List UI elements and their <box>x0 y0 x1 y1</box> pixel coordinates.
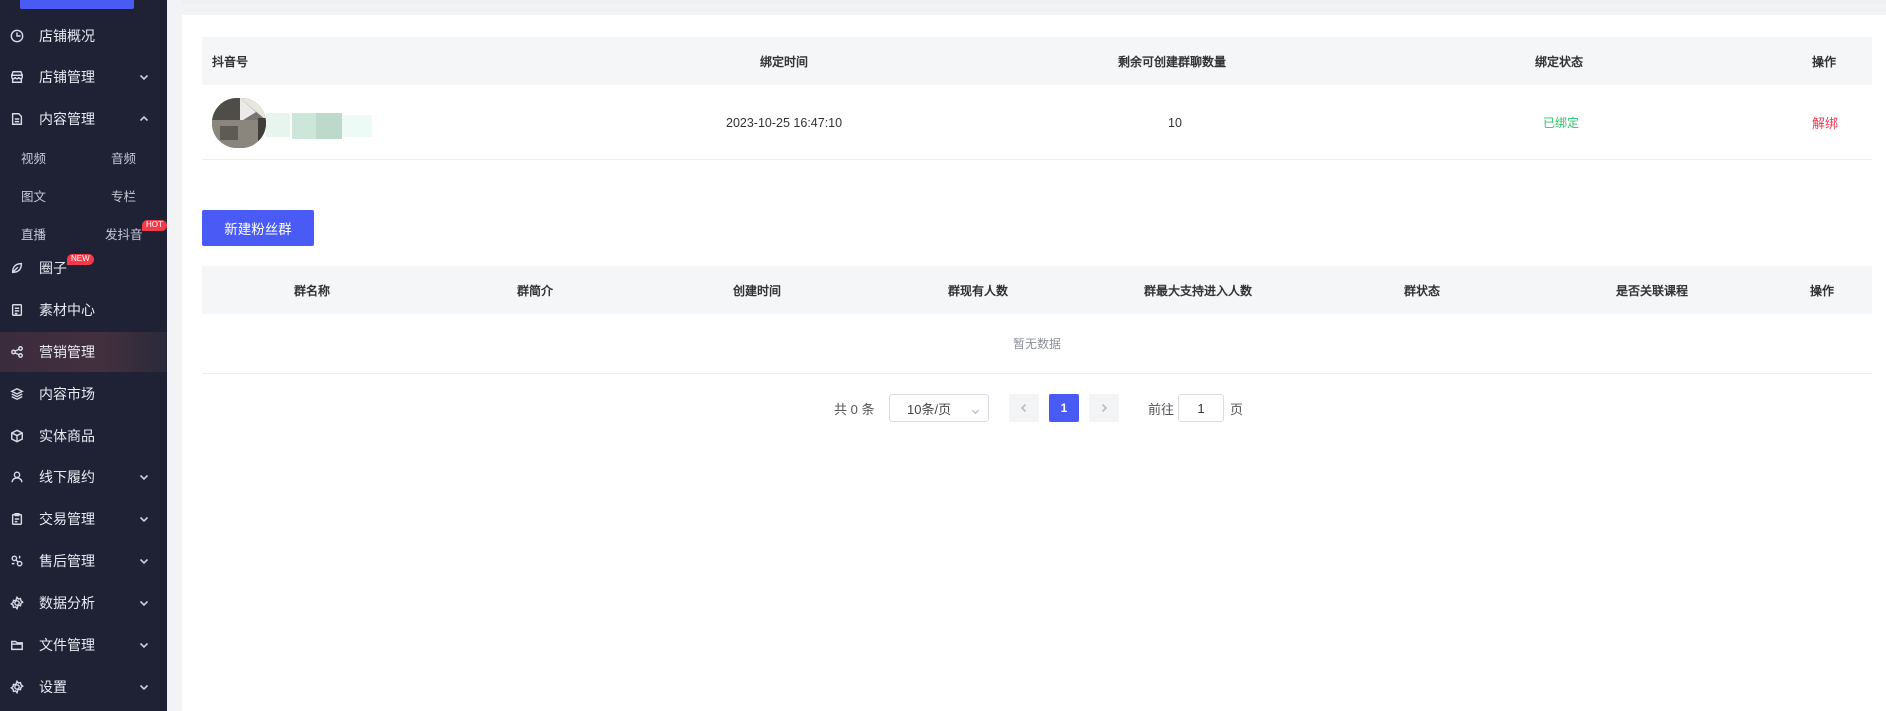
unbind-link[interactable]: 解绑 <box>1812 85 1838 160</box>
sidebar-item-label: 内容管理 <box>39 111 95 127</box>
gear-icon <box>9 596 24 611</box>
pagination-total: 共 0 条 <box>834 401 875 417</box>
sidebar-item-label: 文件管理 <box>39 637 95 653</box>
sidebar-sub-video[interactable]: 视频 <box>21 148 46 167</box>
avatar <box>212 98 266 148</box>
sidebar-sub-column[interactable]: 专栏 <box>111 186 136 205</box>
sidebar-item-label: 数据分析 <box>39 595 95 611</box>
sidebar-item-material-center[interactable]: 素材中心 <box>0 290 167 330</box>
user-icon <box>9 470 24 485</box>
sidebar-item-store-management[interactable]: 店铺管理 <box>0 57 167 97</box>
folder-icon <box>9 638 24 653</box>
clipboard-icon <box>9 512 24 527</box>
sidebar-item-label: 内容市场 <box>39 386 95 402</box>
document-icon <box>9 112 24 127</box>
sidebar-item-physical-goods[interactable]: 实体商品 <box>0 416 167 456</box>
main-top-strip <box>182 0 1886 4</box>
header-group-action: 操作 <box>1809 283 1834 298</box>
redacted-name <box>342 115 372 137</box>
chevron-down-icon <box>139 598 149 608</box>
header-bind-status: 绑定状态 <box>1535 54 1584 69</box>
sidebar-item-label: 线下履约 <box>39 469 95 485</box>
goto-page-input[interactable] <box>1178 394 1224 422</box>
empty-state: 暂无数据 <box>202 314 1872 374</box>
bind-time-value: 2023-10-25 16:47:10 <box>726 115 843 130</box>
goto-prefix: 前往 <box>1148 401 1175 417</box>
header-group-status: 群状态 <box>1403 283 1440 298</box>
chevron-down-icon <box>139 556 149 566</box>
page-size-value: 10条/页 <box>907 401 952 417</box>
sidebar-item-content-management[interactable]: 内容管理 <box>0 99 167 139</box>
sidebar: 店铺概况 店铺管理 内容管理 视频 音频 图文 专栏 直播 发抖音 HOT 圈子… <box>0 0 167 711</box>
chevron-down-icon <box>139 640 149 650</box>
sidebar-item-label: 实体商品 <box>39 428 95 444</box>
clock-icon <box>9 29 24 44</box>
sidebar-item-label: 素材中心 <box>39 302 95 318</box>
redacted-name <box>266 113 290 137</box>
page-number-current[interactable]: 1 <box>1049 394 1079 422</box>
service-icon <box>9 554 24 569</box>
sidebar-item-marketing[interactable]: 营销管理 <box>0 332 167 372</box>
chevron-down-icon <box>139 682 149 692</box>
sidebar-item-settings[interactable]: 设置 <box>0 667 167 707</box>
sidebar-item-label: 营销管理 <box>39 344 95 360</box>
store-icon <box>9 70 24 85</box>
file-list-icon <box>9 303 24 318</box>
redacted-name <box>292 113 316 139</box>
header-group-intro: 群简介 <box>516 283 553 298</box>
sidebar-item-transactions[interactable]: 交易管理 <box>0 499 167 539</box>
sidebar-sub-audio[interactable]: 音频 <box>111 148 136 167</box>
header-linked-course: 是否关联课程 <box>1615 283 1688 298</box>
layers-icon <box>9 387 24 402</box>
header-create-time: 创建时间 <box>732 283 781 298</box>
hot-badge: HOT <box>142 220 167 231</box>
sidebar-item-label: 售后管理 <box>39 553 95 569</box>
sidebar-item-label: 圈子 <box>39 260 67 276</box>
sidebar-item-label: 店铺管理 <box>39 69 95 85</box>
group-table-header: 群名称 群简介 创建时间 群现有人数 群最大支持进入人数 群状态 是否关联课程 … <box>202 266 1872 314</box>
header-account: 抖音号 <box>212 54 249 69</box>
sidebar-item-offline-fulfillment[interactable]: 线下履约 <box>0 457 167 497</box>
settings-icon <box>9 680 24 695</box>
sidebar-sub-live[interactable]: 直播 <box>21 224 46 243</box>
bind-status-badge: 已绑定 <box>1543 116 1580 130</box>
share-icon <box>9 345 24 360</box>
new-badge: NEW <box>67 254 94 265</box>
header-action: 操作 <box>1812 54 1837 69</box>
bind-table-header: 抖音号 绑定时间 剩余可创建群聊数量 绑定状态 操作 <box>202 37 1872 85</box>
header-remaining-groups: 剩余可创建群聊数量 <box>1118 54 1227 69</box>
remaining-groups-value: 10 <box>1168 115 1182 130</box>
sidebar-item-label: 店铺概况 <box>39 28 95 44</box>
sidebar-item-file-management[interactable]: 文件管理 <box>0 625 167 665</box>
page-size-select[interactable]: 10条/页 <box>889 394 989 422</box>
redacted-name <box>316 113 342 139</box>
chevron-down-icon <box>139 72 149 82</box>
chevron-down-icon <box>971 404 980 415</box>
new-fan-group-button[interactable]: 新建粉丝群 <box>202 210 314 246</box>
prev-page-button[interactable] <box>1009 394 1039 422</box>
sidebar-top-accent <box>20 0 134 9</box>
header-bind-time: 绑定时间 <box>760 54 809 69</box>
sidebar-item-store-overview[interactable]: 店铺概况 <box>0 16 167 56</box>
chevron-right-icon <box>1101 403 1108 413</box>
header-group-name: 群名称 <box>293 283 330 298</box>
leaf-icon <box>9 261 24 276</box>
chevron-down-icon <box>139 514 149 524</box>
sidebar-sub-article[interactable]: 图文 <box>21 186 46 205</box>
header-current-members: 群现有人数 <box>947 283 1008 298</box>
chevron-up-icon <box>139 114 149 124</box>
goto-suffix: 页 <box>1230 401 1244 417</box>
table-row: 2023-10-25 16:47:10 10 已绑定 解绑 <box>202 85 1872 160</box>
header-max-members: 群最大支持进入人数 <box>1143 283 1252 298</box>
sidebar-item-data-analysis[interactable]: 数据分析 <box>0 583 167 623</box>
next-page-button[interactable] <box>1089 394 1119 422</box>
box-icon <box>9 429 24 444</box>
chevron-left-icon <box>1020 403 1027 413</box>
sidebar-item-content-market[interactable]: 内容市场 <box>0 374 167 414</box>
chevron-down-icon <box>139 472 149 482</box>
sidebar-item-label: 交易管理 <box>39 511 95 527</box>
sidebar-item-label: 设置 <box>39 679 67 695</box>
sidebar-sub-douyin[interactable]: 发抖音 <box>105 224 143 243</box>
sidebar-item-after-sales[interactable]: 售后管理 <box>0 541 167 581</box>
